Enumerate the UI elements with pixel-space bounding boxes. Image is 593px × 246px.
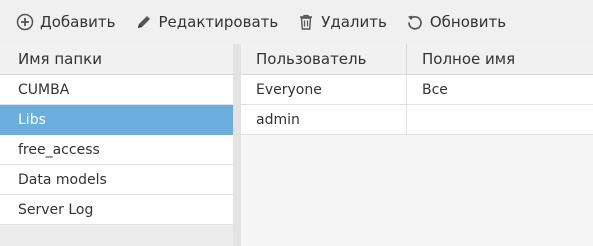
user-column-header[interactable]: Пользователь [241, 44, 407, 75]
folder-name: CUMBA [18, 81, 70, 98]
edit-button[interactable]: Редактировать [131, 7, 285, 37]
folder-row-cumba[interactable]: CUMBA [0, 75, 233, 105]
refresh-icon [407, 15, 422, 30]
folder-name: free_access [18, 141, 100, 158]
folder-name: Data models [18, 171, 107, 188]
add-circle-icon [16, 13, 34, 31]
folder-name-column-header[interactable]: Имя папки [0, 44, 233, 75]
trash-icon [300, 14, 313, 30]
table-row[interactable]: admin [241, 105, 593, 135]
delete-button[interactable]: Удалить [293, 7, 393, 37]
folder-list: CUMBA Libs free_access Data models Serve… [0, 75, 233, 225]
add-button-label: Добавить [40, 13, 116, 31]
full-name-column-header[interactable]: Полное имя [407, 44, 593, 75]
pencil-icon [137, 16, 150, 28]
folder-name: Libs [18, 111, 46, 128]
folder-row-libs[interactable]: Libs [0, 105, 233, 135]
users-panel: Пользователь Полное имя Everyone Все adm… [241, 44, 593, 246]
user-cell: Everyone [241, 75, 407, 104]
folder-row-server-log[interactable]: Server Log [0, 195, 233, 225]
full-name-column-header-label: Полное имя [422, 50, 516, 68]
refresh-button[interactable]: Обновить [402, 7, 512, 37]
refresh-button-label: Обновить [429, 13, 507, 31]
toolbar: Добавить Редактировать Удалить Обновить [0, 0, 593, 44]
users-table-body: Everyone Все admin [241, 75, 593, 135]
users-table-header: Пользователь Полное имя [241, 44, 593, 75]
folder-row-free-access[interactable]: free_access [0, 135, 233, 165]
add-button[interactable]: Добавить [12, 7, 122, 37]
folders-panel: Имя папки CUMBA Libs free_access Data mo… [0, 44, 233, 246]
table-row[interactable]: Everyone Все [241, 75, 593, 105]
full-name-cell: Все [422, 81, 448, 98]
user-cell: admin [241, 105, 407, 134]
folder-name-header-label: Имя папки [18, 50, 102, 68]
full-name-cell [407, 105, 593, 134]
edit-button-label: Редактировать [158, 13, 279, 31]
delete-button-label: Удалить [321, 13, 387, 31]
folder-row-data-models[interactable]: Data models [0, 165, 233, 195]
panel-splitter[interactable] [233, 44, 241, 246]
folder-name: Server Log [18, 201, 94, 218]
user-column-header-label: Пользователь [256, 50, 367, 68]
